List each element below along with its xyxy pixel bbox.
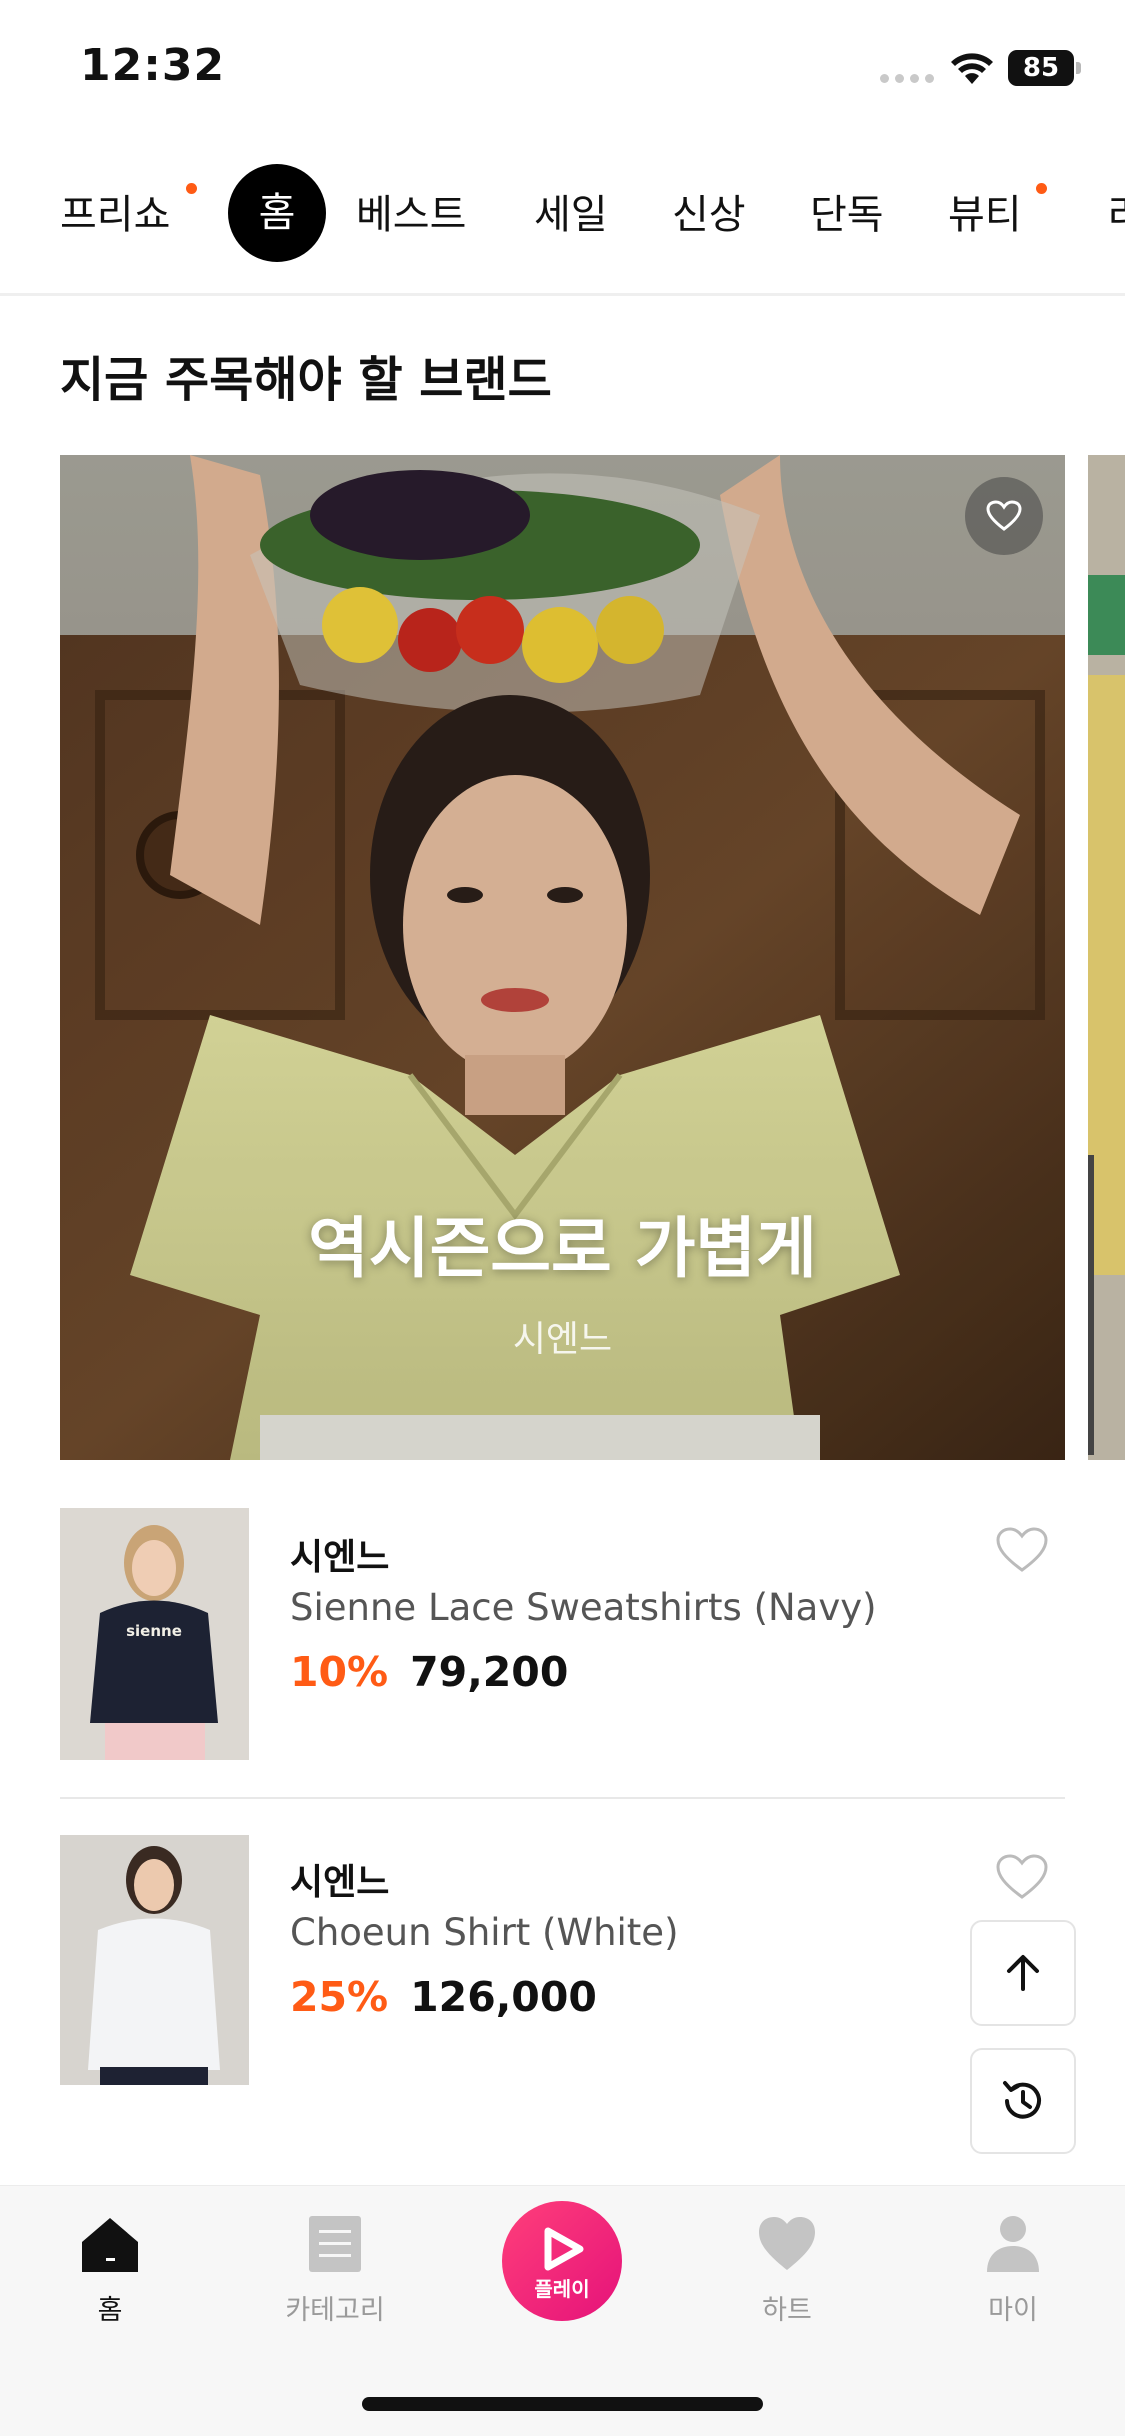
- scroll-to-top-button[interactable]: [970, 1920, 1076, 2026]
- status-bar: 12:32 85: [0, 0, 1125, 140]
- divider: [0, 293, 1125, 296]
- product-thumbnail: sienne: [60, 1508, 249, 1760]
- discount-rate: 10%: [290, 1648, 389, 1696]
- discount-rate: 25%: [290, 1973, 389, 2021]
- history-icon: [1003, 2081, 1041, 2119]
- wifi-icon: [951, 53, 993, 84]
- tab-best[interactable]: 베스트: [356, 155, 466, 275]
- product-item[interactable]: 시엔느 Choeun Shirt (White) 25% 126,000: [60, 1835, 1065, 2085]
- new-dot-indicator: [186, 183, 197, 194]
- banner-like-button[interactable]: [965, 477, 1043, 555]
- product-thumbnail: [60, 1835, 249, 2085]
- nav-label: 마이: [988, 2295, 1038, 2326]
- category-tabs: 프리쇼 홈 베스트 세일 신상 단독 뷰티 라: [0, 155, 1125, 275]
- tab-new[interactable]: 신상: [672, 155, 746, 275]
- tab-home[interactable]: 홈: [228, 164, 326, 262]
- section-title: 지금 주목해야 할 브랜드: [60, 352, 552, 408]
- new-dot-indicator: [1036, 183, 1047, 194]
- tab-sale[interactable]: 세일: [534, 155, 608, 275]
- product-like-button[interactable]: [995, 1853, 1049, 1901]
- brand-banner[interactable]: 역시즌으로 가볍게 시엔느: [60, 455, 1065, 1460]
- product-brand: 시엔느: [290, 1862, 390, 1903]
- product-name: Choeun Shirt (White): [290, 1911, 679, 1954]
- product-item[interactable]: sienne 시엔느 Sienne Lace Sweatshirts (Navy…: [60, 1508, 1065, 1760]
- thumbnail-logo-text: sienne: [126, 1622, 182, 1640]
- product-price: 79,200: [410, 1648, 569, 1696]
- cellular-signal-icon: [880, 74, 934, 83]
- heart-icon: [759, 2217, 815, 2270]
- status-time: 12:32: [80, 40, 226, 91]
- product-name: Sienne Lace Sweatshirts (Navy): [290, 1586, 877, 1629]
- divider: [60, 1797, 1065, 1799]
- battery-level: 85: [1008, 50, 1074, 86]
- nav-home[interactable]: 홈: [30, 2214, 190, 2327]
- home-icon: [82, 2218, 138, 2272]
- recently-viewed-button[interactable]: [970, 2048, 1076, 2154]
- product-price-row: 25% 126,000: [290, 1973, 597, 2021]
- banner-brand: 시엔느: [512, 1319, 613, 1360]
- tab-preshow[interactable]: 프리쇼: [60, 155, 170, 275]
- nav-heart[interactable]: 하트: [707, 2214, 867, 2327]
- nav-my[interactable]: 마이: [933, 2214, 1093, 2327]
- category-icon: [309, 2216, 361, 2272]
- tab-beauty[interactable]: 뷰티: [948, 155, 1022, 275]
- profile-icon: [987, 2216, 1039, 2272]
- nav-label: 홈: [97, 2295, 123, 2326]
- product-price: 126,000: [410, 1973, 597, 2021]
- home-indicator: [362, 2397, 763, 2411]
- nav-label: 플레이: [534, 2277, 590, 2301]
- next-banner-peek[interactable]: [1088, 455, 1125, 1460]
- nav-category[interactable]: 카테고리: [255, 2214, 415, 2327]
- play-icon: [544, 2227, 584, 2271]
- heart-outline-icon: [986, 500, 1022, 531]
- banner-title: 역시즌으로 가볍게: [308, 1210, 817, 1287]
- tab-exclusive[interactable]: 단독: [810, 155, 884, 275]
- tab-more[interactable]: 라: [1108, 155, 1125, 275]
- next-banner-image: [1088, 455, 1125, 1460]
- product-price-row: 10% 79,200: [290, 1648, 568, 1696]
- battery-icon: 85: [1008, 50, 1081, 86]
- product-brand: 시엔느: [290, 1537, 390, 1578]
- arrow-up-icon: [1007, 1955, 1039, 1991]
- nav-label: 카테고리: [285, 2295, 385, 2326]
- nav-label: 하트: [762, 2295, 812, 2326]
- nav-play-button[interactable]: 플레이: [502, 2201, 622, 2321]
- product-like-button[interactable]: [995, 1526, 1049, 1574]
